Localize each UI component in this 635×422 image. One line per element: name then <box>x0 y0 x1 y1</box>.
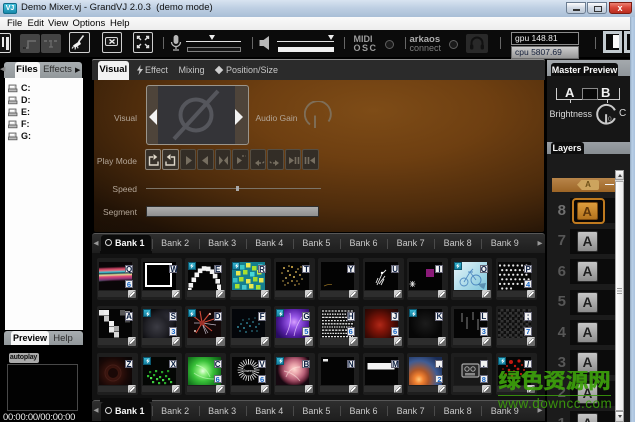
svg-text:Sweep: Sweep <box>243 369 254 373</box>
